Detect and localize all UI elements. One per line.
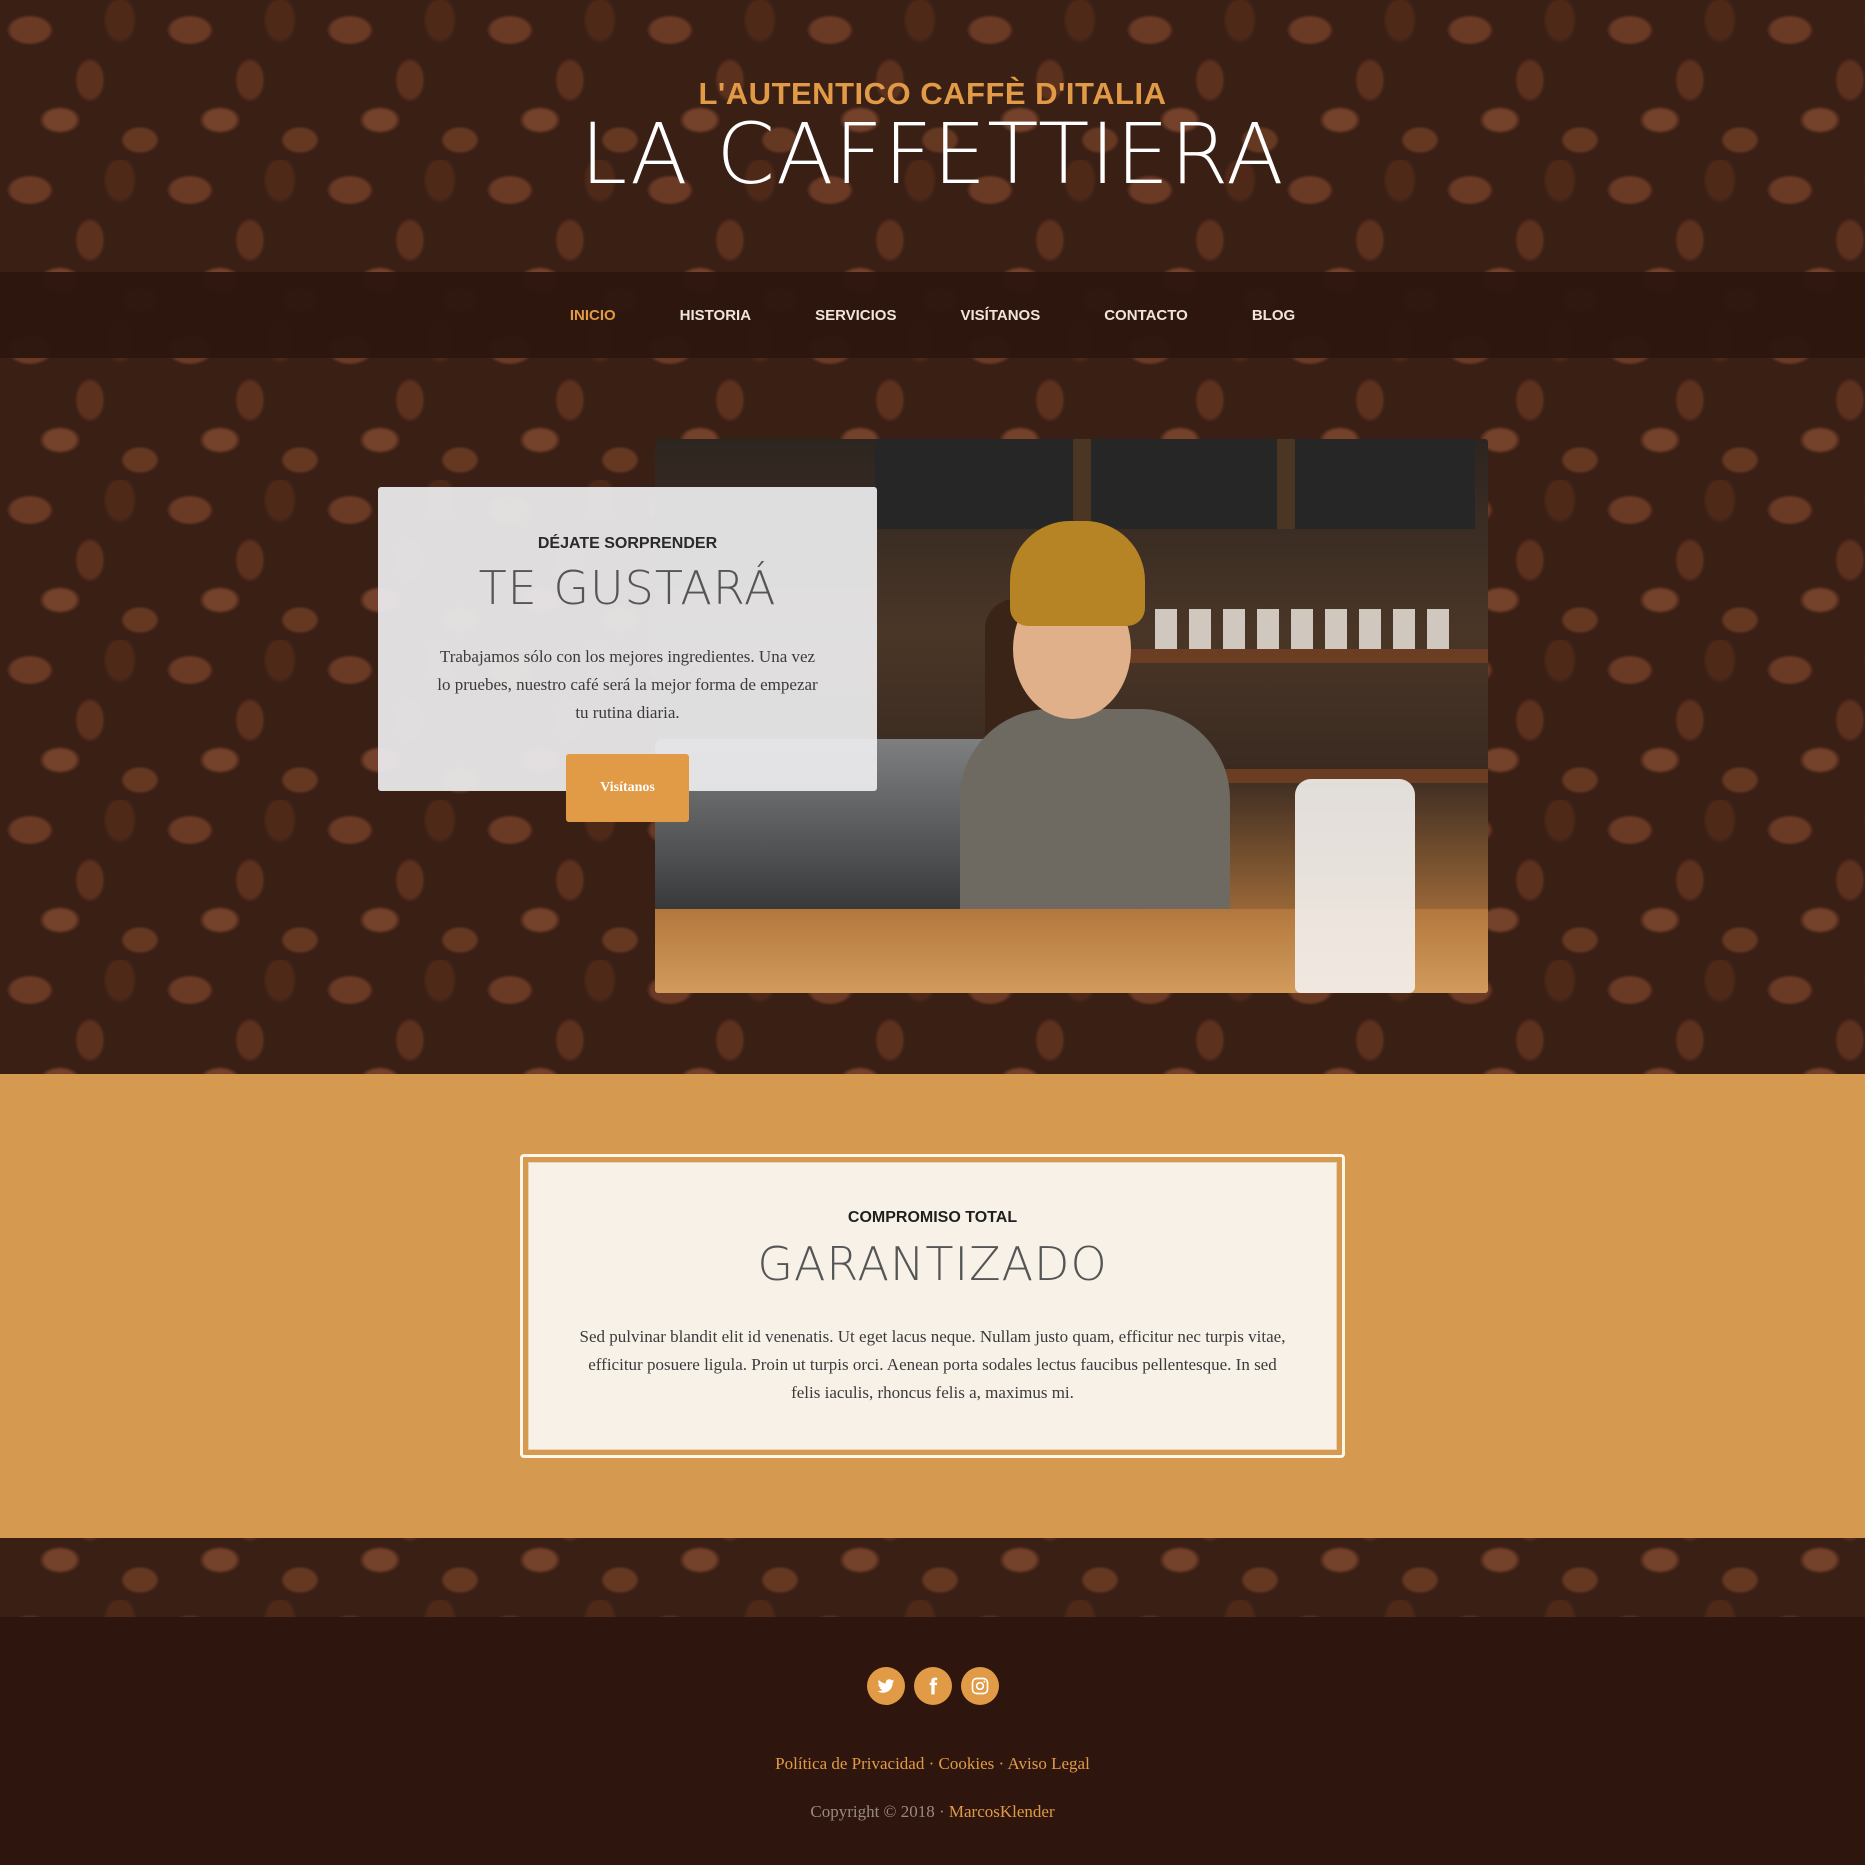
hero-card: DÉJATE SORPRENDER TE GUSTARÁ Trabajamos … <box>378 487 877 791</box>
hero-title: TE GUSTARÁ <box>478 561 777 615</box>
menu-boards <box>875 439 1475 529</box>
nav-item-inicio[interactable]: INICIO <box>570 307 616 324</box>
promise-kicker: COMPROMISO TOTAL <box>847 1209 1018 1226</box>
visit-button[interactable]: Visítanos <box>566 754 689 822</box>
cookies-link[interactable]: Cookies <box>939 1754 995 1773</box>
copyright-text: Copyright © 2018 · <box>810 1802 945 1821</box>
separator: · <box>928 1754 935 1773</box>
legal-links: Política de Privacidad · Cookies · Aviso… <box>0 1754 1865 1774</box>
site-brand[interactable]: LA CAFFETTIERA <box>0 108 1865 201</box>
shelf <box>1105 649 1488 663</box>
promise-frame: COMPROMISO TOTAL GARANTIZADO Sed pulvina… <box>520 1154 1345 1458</box>
copyright: Copyright © 2018 · MarcosKlender <box>0 1802 1865 1822</box>
nav-item-historia[interactable]: HISTORIA <box>680 307 751 324</box>
paper-cups <box>1295 779 1415 993</box>
twitter-icon[interactable] <box>866 1667 905 1705</box>
main-nav: INICIO HISTORIA SERVICIOS VISÍTANOS CONT… <box>0 272 1865 358</box>
site-header: L'AUTENTICO CAFFÈ D'ITALIA LA CAFFETTIER… <box>0 0 1865 272</box>
promise-section: COMPROMISO TOTAL GARANTIZADO Sed pulvina… <box>0 1074 1865 1538</box>
promise-text: Sed pulvinar blandit elit id venenatis. … <box>579 1327 1286 1402</box>
legal-notice-link[interactable]: Aviso Legal <box>1008 1754 1090 1773</box>
hero-text: Trabajamos sólo con los mejores ingredie… <box>437 647 818 722</box>
nav-item-visitanos[interactable]: VISÍTANOS <box>960 307 1040 324</box>
nav-item-contacto[interactable]: CONTACTO <box>1104 307 1188 324</box>
separator: · <box>998 1754 1005 1773</box>
social-links <box>0 1667 1865 1705</box>
hero-kicker: DÉJATE SORPRENDER <box>537 535 718 552</box>
nav-item-blog[interactable]: BLOG <box>1252 307 1295 324</box>
instagram-icon[interactable] <box>960 1667 999 1705</box>
nav-item-servicios[interactable]: SERVICIOS <box>815 307 896 324</box>
barista-hat <box>1010 521 1145 626</box>
promise-title: GARANTIZADO <box>757 1237 1108 1291</box>
site-footer: Política de Privacidad · Cookies · Aviso… <box>0 1617 1865 1865</box>
privacy-policy-link[interactable]: Política de Privacidad <box>775 1754 924 1773</box>
cups-on-shelf <box>1155 609 1455 649</box>
promise-card: COMPROMISO TOTAL GARANTIZADO Sed pulvina… <box>528 1162 1337 1450</box>
facebook-icon[interactable] <box>913 1667 952 1705</box>
author-link[interactable]: MarcosKlender <box>949 1802 1055 1821</box>
